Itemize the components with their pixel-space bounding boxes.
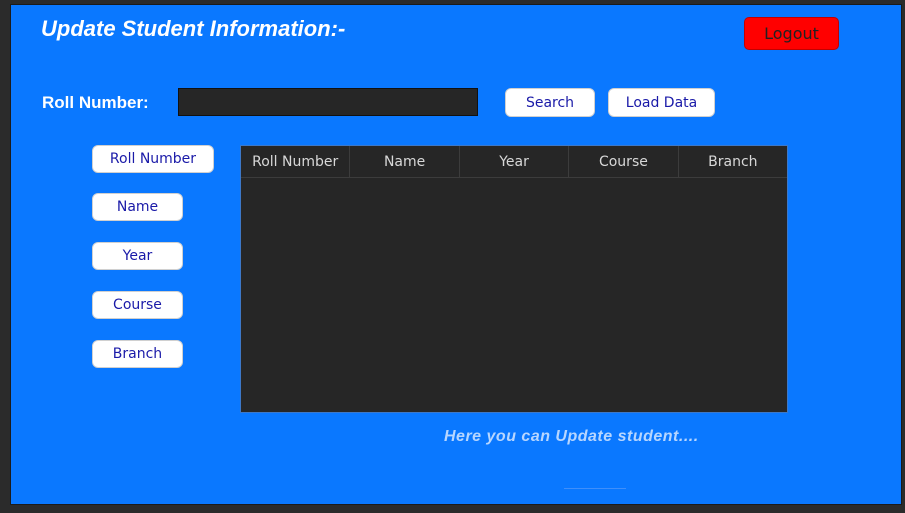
roll-number-label: Roll Number: — [42, 93, 149, 112]
column-header-branch[interactable]: Branch — [679, 146, 787, 177]
page-title: Update Student Information:- — [41, 16, 346, 41]
footer-message: Here you can Update student.... — [444, 428, 699, 445]
branch-button[interactable]: Branch — [92, 340, 183, 368]
column-header-course[interactable]: Course — [569, 146, 679, 177]
column-header-year[interactable]: Year — [460, 146, 570, 177]
roll-number-input[interactable] — [178, 88, 478, 116]
student-table[interactable]: Roll Number Name Year Course Branch — [240, 145, 788, 413]
table-header: Roll Number Name Year Course Branch — [241, 146, 787, 178]
column-header-roll-number[interactable]: Roll Number — [241, 146, 351, 177]
update-student-panel: Update Student Information:- Logout Roll… — [10, 4, 902, 505]
name-button[interactable]: Name — [92, 193, 183, 221]
roll-number-button[interactable]: Roll Number — [92, 145, 214, 173]
column-header-name[interactable]: Name — [350, 146, 460, 177]
table-body[interactable] — [241, 178, 787, 412]
logout-button[interactable]: Logout — [744, 17, 839, 50]
load-data-button[interactable]: Load Data — [608, 88, 715, 117]
course-button[interactable]: Course — [92, 291, 183, 319]
divider — [564, 488, 626, 489]
year-button[interactable]: Year — [92, 242, 183, 270]
application-window: Update Student Information:- Logout Roll… — [0, 0, 905, 513]
search-button[interactable]: Search — [505, 88, 595, 117]
